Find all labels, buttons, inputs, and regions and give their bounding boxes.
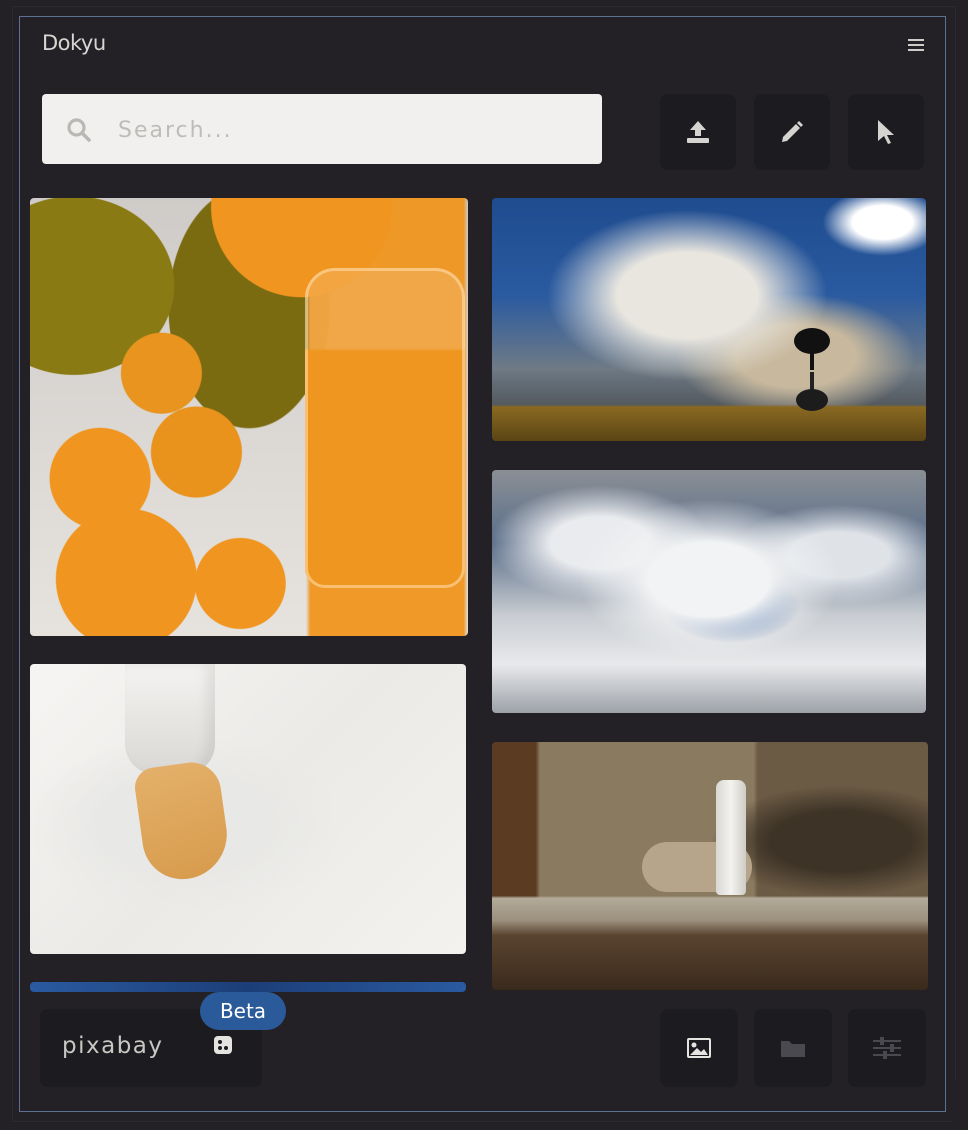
dice-icon[interactable]: [212, 1034, 234, 1056]
upload-button[interactable]: [660, 94, 736, 170]
gallery-image-oranges[interactable]: [30, 198, 468, 636]
water-bottle-shape: [716, 780, 746, 895]
images-button[interactable]: [660, 1009, 738, 1087]
search-icon: [67, 118, 91, 142]
search-box[interactable]: [42, 94, 602, 164]
bottom-bar: pixabay Beta: [20, 992, 945, 1111]
gallery-image-partial[interactable]: [30, 982, 466, 992]
cursor-icon: [878, 120, 894, 144]
search-input[interactable]: [116, 109, 580, 151]
pixabay-logo: pixabay: [62, 1033, 164, 1059]
foot-shape: [132, 758, 233, 885]
beta-badge: Beta: [200, 992, 286, 1030]
edit-button[interactable]: [754, 94, 830, 170]
gallery-image-sky-tree[interactable]: [492, 198, 926, 441]
select-button[interactable]: [848, 94, 924, 170]
tree-silhouette: [794, 328, 830, 411]
settings-sliders-button[interactable]: [848, 1009, 926, 1087]
folder-icon: [781, 1041, 805, 1057]
image-icon: [687, 1038, 711, 1058]
pencil-icon: [782, 121, 803, 142]
juice-glass-shape: [305, 268, 465, 588]
gallery-image-waves[interactable]: [492, 470, 926, 713]
sliders-icon: [873, 1037, 901, 1059]
folder-button[interactable]: [754, 1009, 832, 1087]
pant-leg-shape: [125, 664, 215, 774]
gallery-image-foot[interactable]: [30, 664, 466, 954]
app-title: Dokyu: [42, 31, 106, 55]
upload-icon: [687, 121, 709, 143]
hamburger-icon: [908, 39, 924, 51]
hamburger-menu-button[interactable]: [906, 36, 926, 54]
gallery-image-man-bottle[interactable]: [492, 742, 928, 990]
dokyu-panel: Dokyu Search... pixabay Beta: [19, 16, 946, 1112]
window-edge: [952, 1080, 968, 1130]
